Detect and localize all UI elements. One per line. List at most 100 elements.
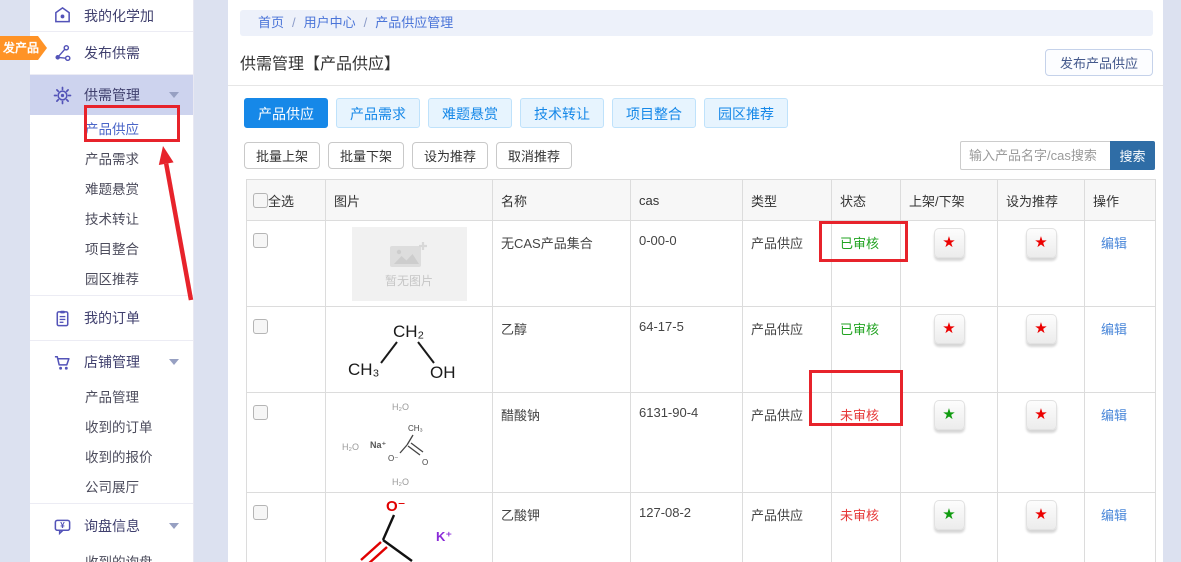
- table-header: 设为推荐: [998, 180, 1085, 221]
- edit-link[interactable]: 编辑: [1101, 508, 1127, 523]
- main-panel: 首页/用户中心/产品供应管理 供需管理【产品供应】 发布产品供应 产品供应产品需…: [228, 0, 1163, 562]
- listing-toggle-button[interactable]: ★: [934, 400, 965, 430]
- breadcrumb-item[interactable]: 首页: [258, 15, 284, 30]
- action-cell: 编辑: [1085, 393, 1156, 493]
- recommend-cell: ★: [998, 307, 1085, 393]
- recommend-toggle-button[interactable]: ★: [1026, 400, 1057, 430]
- sidebar-item-shop-management[interactable]: 店铺管理: [30, 341, 193, 383]
- recommend-toggle-button[interactable]: ★: [1026, 314, 1057, 344]
- row-select-cell: [247, 493, 326, 562]
- sidebar-subitem-product-demand[interactable]: 产品需求: [30, 145, 193, 175]
- sidebar-item-supply-demand-management[interactable]: 供需管理: [30, 75, 193, 115]
- table-header: 类型: [743, 180, 832, 221]
- sidebar-item-label: 发布供需: [84, 43, 140, 63]
- svg-text:CH₂: CH₂: [393, 322, 424, 341]
- svg-text:O⁻: O⁻: [388, 454, 398, 463]
- row-checkbox[interactable]: [253, 319, 268, 334]
- product-image-cell: CH₃ CH₂ OH: [326, 307, 493, 393]
- sidebar-item-label: 我的订单: [84, 308, 140, 328]
- product-image-cell: H₂O H₂O H₂O Na⁺ CH₃ O⁻ O: [326, 393, 493, 493]
- sidebar-item-my-huaxuejia[interactable]: 我的化学加: [30, 0, 193, 31]
- product-status-cell: 未审核: [832, 493, 901, 562]
- status-badge: 已审核: [840, 236, 879, 251]
- sidebar-subitem-project-integration[interactable]: 项目整合: [30, 235, 193, 265]
- edit-link[interactable]: 编辑: [1101, 408, 1127, 423]
- sidebar-subitem-received-orders[interactable]: 收到的订单: [30, 413, 193, 443]
- page-title: 供需管理【产品供应】: [240, 50, 400, 74]
- product-status-cell: 未审核: [832, 393, 901, 493]
- listing-cell: ★: [901, 221, 998, 307]
- sidebar-item-publish-supply-demand[interactable]: 发布供需: [30, 32, 193, 74]
- select-all-checkbox[interactable]: [253, 193, 268, 208]
- product-type-cell: 产品供应: [743, 221, 832, 307]
- listing-cell: ★: [901, 307, 998, 393]
- action-cell: 编辑: [1085, 493, 1156, 562]
- tab-product-demand[interactable]: 产品需求: [336, 98, 420, 128]
- row-select-cell: [247, 221, 326, 307]
- no-image-placeholder: 暂无图片: [352, 227, 467, 301]
- set-recommend-button[interactable]: 设为推荐: [412, 142, 488, 169]
- table-header-select-all: 全选: [247, 180, 326, 221]
- cancel-recommend-button[interactable]: 取消推荐: [496, 142, 572, 169]
- tab-tech-transfer[interactable]: 技术转让: [520, 98, 604, 128]
- row-select-cell: [247, 393, 326, 493]
- publish-product-ribbon[interactable]: 发产品: [0, 36, 47, 60]
- tab-project-integration[interactable]: 项目整合: [612, 98, 696, 128]
- recommend-cell: ★: [998, 393, 1085, 493]
- gear-icon: [52, 85, 72, 105]
- product-image-cell: 暂无图片: [326, 221, 493, 307]
- recommend-toggle-button[interactable]: ★: [1026, 500, 1057, 530]
- batch-actions: 批量上架批量下架设为推荐取消推荐: [244, 142, 580, 169]
- product-type-cell: 产品供应: [743, 393, 832, 493]
- sidebar-item-label: 询盘信息: [84, 516, 140, 536]
- row-select-cell: [247, 307, 326, 393]
- chevron-down-icon: [169, 523, 179, 529]
- sidebar-subitem-product-management[interactable]: 产品管理: [30, 383, 193, 413]
- search-bar: 搜索: [960, 141, 1155, 170]
- divider: [228, 85, 1163, 86]
- sidebar-subitem-received-quotes[interactable]: 收到的报价: [30, 443, 193, 473]
- edit-link[interactable]: 编辑: [1101, 322, 1127, 337]
- edit-link[interactable]: 编辑: [1101, 236, 1127, 251]
- product-status-cell: 已审核: [832, 307, 901, 393]
- batch-off-shelf-button[interactable]: 批量下架: [328, 142, 404, 169]
- listing-toggle-button[interactable]: ★: [934, 314, 965, 344]
- table-header: 名称: [493, 180, 631, 221]
- sidebar-subitem-park-recommend[interactable]: 园区推荐: [30, 265, 193, 295]
- publish-product-supply-button[interactable]: 发布产品供应: [1045, 49, 1153, 76]
- sidebar-subitem-company-showroom[interactable]: 公司展厅: [30, 473, 193, 503]
- sidebar-subitem-received-inquiries[interactable]: 收到的询盘: [30, 548, 193, 562]
- row-checkbox[interactable]: [253, 405, 268, 420]
- search-input[interactable]: [960, 141, 1110, 170]
- sidebar-item-my-orders[interactable]: 我的订单: [30, 296, 193, 340]
- recommend-toggle-button[interactable]: ★: [1026, 228, 1057, 258]
- listing-toggle-button[interactable]: ★: [934, 228, 965, 258]
- breadcrumb-item[interactable]: 用户中心: [304, 15, 356, 30]
- svg-text:H₂O: H₂O: [392, 477, 409, 487]
- recommend-cell: ★: [998, 221, 1085, 307]
- tab-problem-bounty[interactable]: 难题悬赏: [428, 98, 512, 128]
- listing-cell: ★: [901, 493, 998, 562]
- row-checkbox[interactable]: [253, 505, 268, 520]
- toolbar: 批量上架批量下架设为推荐取消推荐 搜索: [244, 141, 1155, 170]
- row-checkbox[interactable]: [253, 233, 268, 248]
- page: { "ribbon": {"label": "发产品"}, "sidebar":…: [0, 0, 1181, 562]
- tab-park-recommend[interactable]: 园区推荐: [704, 98, 788, 128]
- tab-product-supply[interactable]: 产品供应: [244, 98, 328, 128]
- table-row: 暂无图片无CAS产品集合0-00-0产品供应已审核★★编辑: [247, 221, 1156, 307]
- svg-text:H₂O: H₂O: [392, 402, 409, 412]
- table-header: 状态: [832, 180, 901, 221]
- product-table: 全选图片名称cas类型状态上架/下架设为推荐操作 暂无图片无CAS产品集合0-0…: [246, 179, 1156, 562]
- sidebar-item-inquiry-info[interactable]: ¥ 询盘信息: [30, 504, 193, 548]
- sidebar-subitem-product-supply[interactable]: 产品供应: [30, 115, 193, 145]
- table-row: CH₃ CH₂ OH乙醇64-17-5产品供应已审核★★编辑: [247, 307, 1156, 393]
- listing-toggle-button[interactable]: ★: [934, 500, 965, 530]
- table-header: cas: [631, 180, 743, 221]
- search-button[interactable]: 搜索: [1110, 141, 1155, 170]
- sidebar-subitem-tech-transfer[interactable]: 技术转让: [30, 205, 193, 235]
- sidebar-subitem-problem-bounty[interactable]: 难题悬赏: [30, 175, 193, 205]
- svg-text:¥: ¥: [60, 521, 65, 530]
- svg-text:CH₃: CH₃: [408, 424, 423, 433]
- table-row: O⁻ O K⁺乙酸钾127-08-2产品供应未审核★★编辑: [247, 493, 1156, 562]
- batch-on-shelf-button[interactable]: 批量上架: [244, 142, 320, 169]
